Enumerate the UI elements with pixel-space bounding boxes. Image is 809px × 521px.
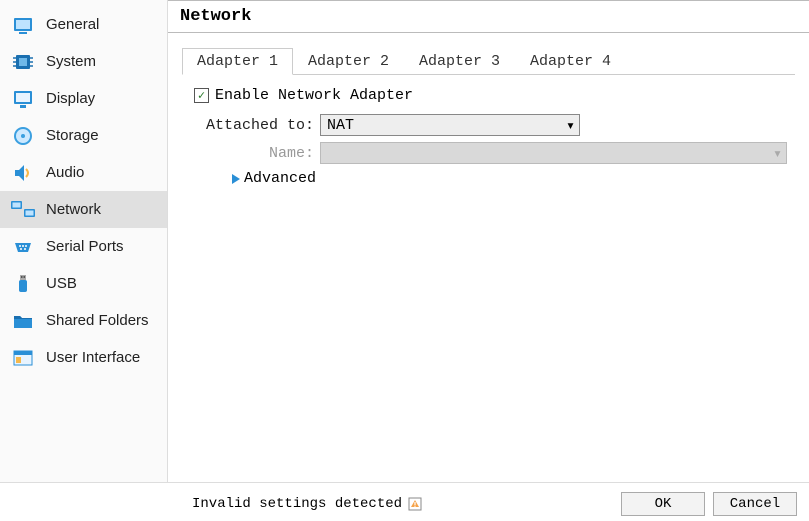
folder-icon [10,308,36,334]
general-icon [10,12,36,38]
sidebar-item-label: Serial Ports [46,238,124,255]
dropdown-icon: ▾ [566,116,575,135]
ok-button[interactable]: OK [621,492,705,516]
network-icon [10,197,36,223]
advanced-toggle[interactable]: Advanced [232,170,787,187]
name-label: Name: [190,145,320,162]
tab-adapter-3[interactable]: Adapter 3 [404,48,515,75]
main-panel: Network Adapter 1 Adapter 2 Adapter 3 Ad… [168,0,809,482]
sidebar: General System Display Storage Audio [0,0,168,482]
dropdown-icon: ▾ [773,144,782,163]
footer: Invalid settings detected OK Cancel [0,487,809,521]
warning-icon [408,497,422,511]
usb-icon [10,271,36,297]
sidebar-item-serial-ports[interactable]: Serial Ports [0,228,167,265]
sidebar-item-label: Audio [46,164,84,181]
sidebar-item-user-interface[interactable]: User Interface [0,339,167,376]
sidebar-item-system[interactable]: System [0,43,167,80]
display-icon [10,86,36,112]
sidebar-item-usb[interactable]: USB [0,265,167,302]
advanced-label: Advanced [244,170,316,187]
attached-to-select[interactable]: NAT ▾ [320,114,580,136]
enable-adapter-label: Enable Network Adapter [215,87,413,104]
page-title: Network [168,1,809,33]
sidebar-item-network[interactable]: Network [0,191,167,228]
sidebar-item-label: Shared Folders [46,312,149,329]
sidebar-item-label: Storage [46,127,99,144]
sidebar-item-display[interactable]: Display [0,80,167,117]
sidebar-item-label: Display [46,90,95,107]
enable-adapter-checkbox[interactable]: ✓ [194,88,209,103]
tab-adapter-4[interactable]: Adapter 4 [515,48,626,75]
sidebar-item-audio[interactable]: Audio [0,154,167,191]
name-select: ▾ [320,142,787,164]
tab-adapter-1[interactable]: Adapter 1 [182,48,293,75]
sidebar-item-label: USB [46,275,77,292]
attached-to-value: NAT [327,117,354,134]
speaker-icon [10,160,36,186]
disk-icon [10,123,36,149]
attached-to-label: Attached to: [190,117,320,134]
sidebar-item-label: System [46,53,96,70]
sidebar-item-shared-folders[interactable]: Shared Folders [0,302,167,339]
expand-icon [232,174,240,184]
sidebar-item-label: User Interface [46,349,140,366]
tab-adapter-2[interactable]: Adapter 2 [293,48,404,75]
chip-icon [10,49,36,75]
sidebar-item-general[interactable]: General [0,6,167,43]
sidebar-item-storage[interactable]: Storage [0,117,167,154]
status-message: Invalid settings detected [192,496,402,512]
serial-port-icon [10,234,36,260]
adapter-tabs: Adapter 1 Adapter 2 Adapter 3 Adapter 4 [182,47,795,75]
sidebar-item-label: Network [46,201,101,218]
ui-icon [10,345,36,371]
sidebar-item-label: General [46,16,99,33]
cancel-button[interactable]: Cancel [713,492,797,516]
